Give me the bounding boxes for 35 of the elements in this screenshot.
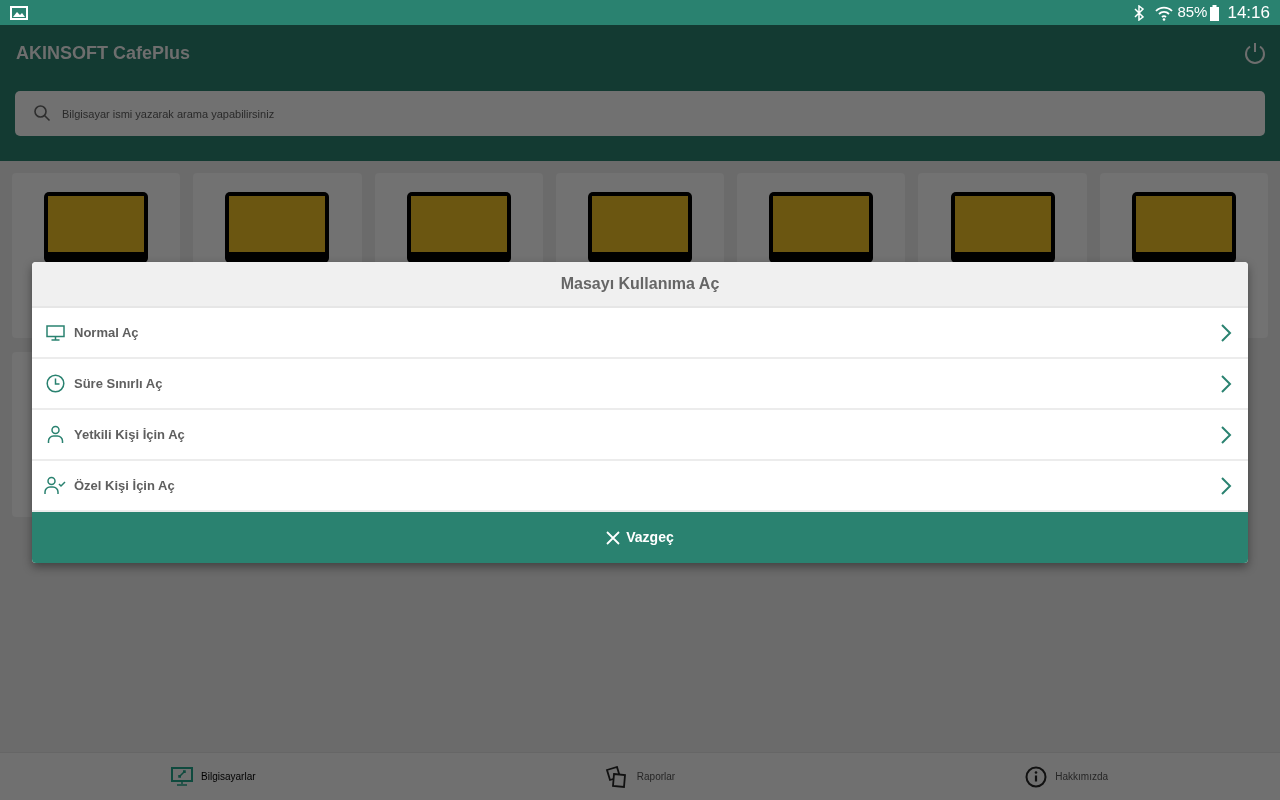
- cancel-button[interactable]: Vazgeç: [32, 512, 1248, 563]
- monitor-icon: [45, 324, 65, 341]
- nav-tab[interactable]: Bilgisayarlar: [0, 753, 427, 800]
- person-icon: [45, 425, 65, 444]
- chevron-right-icon: [1220, 424, 1232, 445]
- bluetooth-icon: [1133, 4, 1146, 21]
- monitor-icon: [588, 192, 692, 263]
- battery-percentage: 85%: [1177, 2, 1208, 23]
- dialog-title: Masayı Kullanıma Aç: [560, 274, 720, 294]
- chevron-right-icon: [1220, 322, 1232, 343]
- search-field[interactable]: Bilgisayar ismi yazarak arama yapabilirsiniz: [15, 91, 1265, 136]
- power-icon[interactable]: [1243, 41, 1267, 65]
- image-icon: [10, 5, 28, 20]
- documents-icon: [604, 765, 629, 788]
- clock-time: 14:16: [1227, 1, 1270, 24]
- monitor-icon: [769, 192, 874, 263]
- monitor-icon: [44, 192, 149, 263]
- app-title: AKINSOFT CafePlus: [16, 41, 191, 65]
- monitor-icon: [171, 767, 194, 786]
- chevron-right-icon: [1220, 373, 1232, 394]
- info-icon: [1025, 765, 1048, 788]
- monitor-icon: [225, 192, 330, 263]
- battery-icon: [1210, 4, 1220, 21]
- menu-option[interactable]: Süre Sınırlı Aç: [32, 359, 1248, 410]
- menu-option[interactable]: Normal Aç: [32, 308, 1248, 359]
- clock-icon: [45, 374, 65, 393]
- monitor-icon: [950, 192, 1055, 263]
- person-check-icon: [44, 476, 66, 495]
- menu-option[interactable]: Yetkili Kişi İçin Aç: [32, 410, 1248, 461]
- monitor-icon: [1131, 192, 1236, 263]
- chevron-right-icon: [1220, 475, 1232, 496]
- search-icon: [33, 104, 51, 122]
- monitor-icon: [406, 192, 511, 263]
- wifi-icon: [1155, 4, 1174, 21]
- close-icon: [606, 530, 621, 545]
